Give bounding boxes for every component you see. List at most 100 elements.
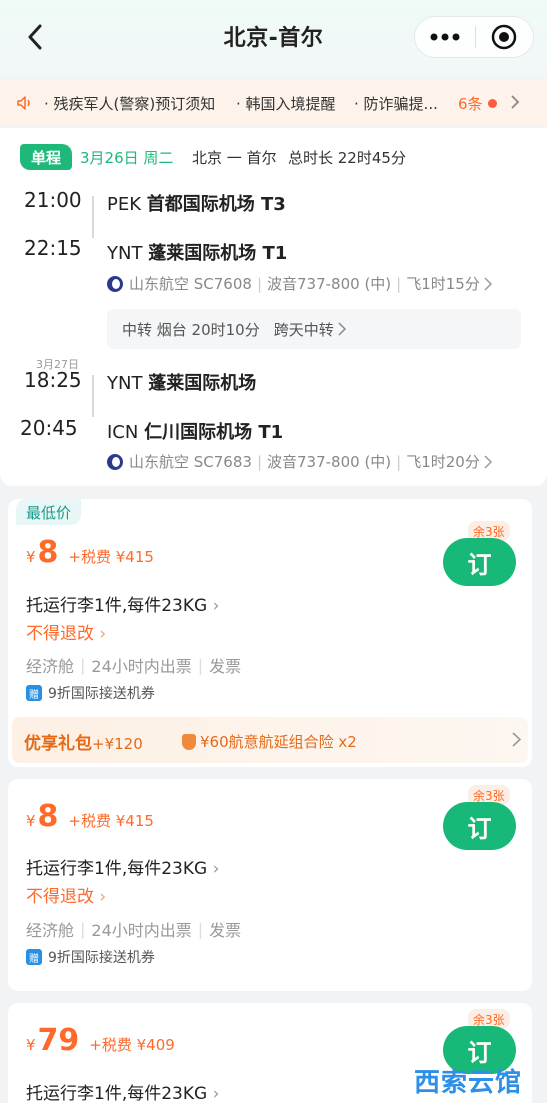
segment-details[interactable]: 山东航空 SC7608 | 波音737-800 (中) | 飞1时15分 (107, 273, 492, 294)
shandong-airlines-logo-icon (107, 275, 123, 292)
baggage-text: 托运行李1件,每件23KG (26, 859, 208, 879)
invoice-label: 发票 (209, 657, 242, 676)
fare-info: 经济舱 | 24小时内出票 | 发票 (26, 917, 241, 941)
chevron-right-icon (338, 322, 346, 336)
gift-package-bar[interactable]: 优享礼包+¥120 ¥60航意航延组合险 x2 (12, 717, 528, 763)
notice-item-label: 残疾军人(警察)预订须知 (53, 95, 216, 113)
price: ¥ 8 +税费 ¥415 (26, 799, 154, 834)
refund-text: 不得退改 (26, 887, 94, 907)
baggage-text: 托运行李1件,每件23KG (26, 1084, 208, 1103)
chevron-right-icon (484, 276, 492, 291)
airport-name: 仁川国际机场 T1 (144, 422, 284, 443)
price: ¥ 79 +税费 ¥409 (26, 1023, 175, 1058)
divider: | (256, 274, 262, 293)
watermark: 西索云馆 (414, 1068, 523, 1098)
divider: | (197, 655, 204, 675)
flight-time: 飞1时20分 (406, 453, 480, 471)
lowest-price-tag: 最低价 (16, 499, 82, 525)
baggage-policy[interactable]: 托运行李1件,每件23KG › (26, 591, 219, 616)
nav-header: 北京-首尔 (0, 0, 547, 78)
gift-ticket-icon: 赠 (26, 685, 42, 701)
invoice-label: 发票 (209, 921, 242, 940)
transfer-note: 跨天中转 (273, 320, 334, 339)
price-value: 8 (37, 535, 59, 570)
flight-route: 北京 一 首尔 (192, 149, 277, 167)
gift-price: +¥120 (92, 735, 143, 753)
segment-line (92, 375, 94, 417)
currency-symbol: ¥ (26, 548, 36, 566)
unread-dot (488, 99, 497, 108)
book-button[interactable]: 订 (443, 538, 516, 586)
speaker-icon (17, 96, 30, 110)
gift-title-text: 优享礼包 (24, 734, 92, 754)
tax-fee: +税费 ¥409 (89, 1036, 175, 1054)
flight-date: 3月26日 周二 (80, 149, 174, 167)
divider: | (396, 274, 402, 293)
arrival-airport: YNT 蓬莱国际机场 T1 (107, 239, 287, 265)
airline-flight: 山东航空 SC7683 (129, 453, 252, 471)
aircraft-type: 波音737-800 (中) (267, 275, 392, 293)
trip-type-badge: 单程 (20, 144, 72, 170)
airport-code: PEK (107, 194, 142, 215)
close-mini-program-button[interactable] (475, 16, 533, 58)
refund-policy[interactable]: 不得退改 › (26, 882, 106, 907)
chevron-right-icon: › (212, 596, 220, 616)
shield-icon (182, 733, 196, 750)
divider: | (396, 452, 402, 471)
airport-name: 首都国际机场 T3 (146, 194, 286, 215)
fare-card[interactable]: ¥ 8 +税费 ¥415 余3张 订 托运行李1件,每件23KG › 不得退改 … (8, 779, 532, 991)
fare-info: 经济舱 | 24小时内出票 | 发票 (26, 653, 241, 677)
mini-program-capsule (414, 16, 534, 58)
coupon-info: 赠 9折国际接送机券 (26, 683, 155, 703)
tax-fee: +税费 ¥415 (68, 812, 154, 830)
notice-bar[interactable]: · 残疾军人(警察)预订须知 · 韩国入境提醒 · 防诈骗提... 6条 (0, 80, 547, 126)
ticketing-time: 24小时内出票 (91, 657, 192, 676)
notice-item[interactable]: · 韩国入境提醒 (236, 93, 336, 114)
segment-details[interactable]: 山东航空 SC7683 | 波音737-800 (中) | 飞1时20分 (107, 451, 492, 472)
notice-item[interactable]: · 残疾军人(警察)预订须知 (44, 93, 215, 114)
divider: | (256, 452, 262, 471)
fare-card[interactable]: 最低价 ¥ 8 +税费 ¥415 余3张 订 托运行李1件,每件23KG › 不… (8, 499, 532, 767)
baggage-policy[interactable]: 托运行李1件,每件23KG › (26, 1079, 219, 1103)
price-value: 8 (37, 799, 59, 834)
transfer-text: 中转 烟台 20时10分 (122, 320, 260, 339)
cabin-class: 经济舱 (26, 657, 75, 676)
notice-item[interactable]: · 防诈骗提... (354, 93, 438, 114)
refund-policy[interactable]: 不得退改 › (26, 619, 106, 644)
coupon-text: 9折国际接送机券 (48, 950, 155, 966)
price-value: 79 (37, 1023, 80, 1058)
cabin-class: 经济舱 (26, 921, 75, 940)
notice-count: 6条 (458, 95, 483, 113)
arrival-airport: ICN 仁川国际机场 T1 (107, 418, 283, 444)
segment-line (92, 196, 94, 238)
airport-name: 蓬莱国际机场 (148, 373, 257, 394)
notice-item-label: 防诈骗提... (363, 95, 438, 113)
airport-code: YNT (107, 243, 143, 264)
baggage-text: 托运行李1件,每件23KG (26, 596, 208, 616)
currency-symbol: ¥ (26, 812, 36, 830)
total-duration: 总时长 22时45分 (288, 149, 406, 167)
book-button[interactable]: 订 (443, 802, 516, 850)
record-icon (491, 24, 517, 50)
chevron-right-icon (511, 95, 520, 109)
airport-code: ICN (107, 422, 139, 443)
transfer-info[interactable]: 中转 烟台 20时10分 跨天中转 (107, 309, 521, 349)
airport-name: 蓬莱国际机场 T1 (148, 243, 288, 264)
more-button[interactable] (415, 16, 475, 58)
divider: | (80, 919, 86, 939)
arrival-time: 20:45 (20, 416, 78, 440)
ticketing-time: 24小时内出票 (91, 921, 192, 940)
gift-ticket-icon: 赠 (26, 949, 42, 965)
gift-package-title: 优享礼包+¥120 (24, 729, 143, 754)
chevron-right-icon (484, 454, 492, 469)
aircraft-type: 波音737-800 (中) (267, 453, 392, 471)
departure-time: 18:25 (24, 368, 82, 392)
gift-insurance: ¥60航意航延组合险 x2 (182, 731, 357, 752)
notice-item-label: 韩国入境提醒 (245, 95, 336, 113)
baggage-policy[interactable]: 托运行李1件,每件23KG › (26, 854, 219, 879)
coupon-text: 9折国际接送机券 (48, 686, 155, 702)
airline-flight: 山东航空 SC7608 (129, 275, 252, 293)
divider: | (80, 655, 86, 675)
refund-text: 不得退改 (26, 624, 94, 644)
shandong-airlines-logo-icon (107, 453, 123, 470)
